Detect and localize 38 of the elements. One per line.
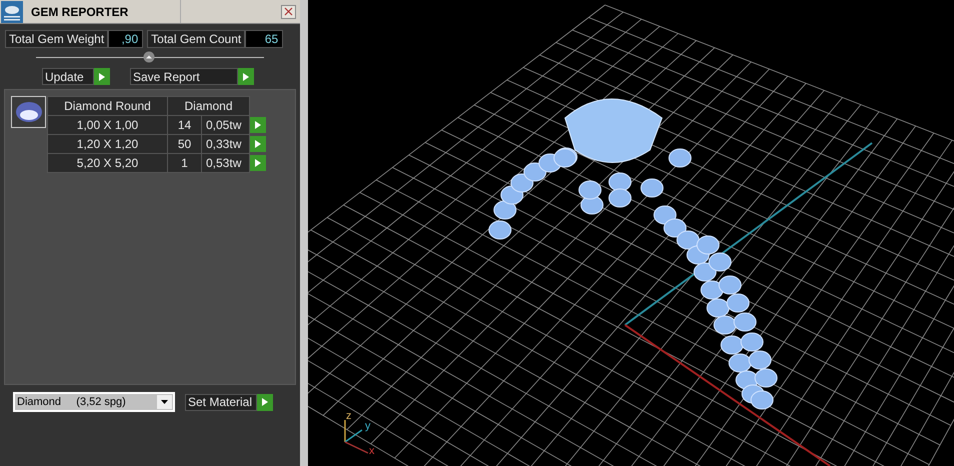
close-button[interactable] [281, 4, 296, 18]
app-icon [1, 0, 23, 22]
play-icon [262, 398, 268, 406]
material-dropdown[interactable]: Diamond (3,52 spg) [13, 392, 175, 412]
table-cell: 0,53tw [202, 154, 250, 172]
axis-label: x [369, 446, 374, 457]
table-cell: 0,05tw [202, 116, 250, 134]
table-cell: 1,00 X 1,00 [48, 116, 168, 134]
table-cell: 1,20 X 1,20 [48, 134, 168, 154]
axis-gizmo [344, 420, 368, 454]
column-header: Diamond [168, 96, 250, 116]
play-icon [255, 140, 261, 148]
play-icon [99, 72, 105, 80]
field-label: Total Gem Count [147, 30, 246, 48]
table-cell: 50 [168, 134, 202, 154]
gem-icon [14, 101, 42, 123]
table-cell: 0,33tw [202, 134, 250, 154]
axis-label: z [346, 411, 352, 422]
table-cell: 1 [168, 154, 202, 172]
play-icon [255, 121, 261, 129]
caret-icon [161, 400, 168, 404]
play-icon [243, 72, 249, 80]
set-material-button[interactable]: Set Material [185, 394, 258, 410]
table-cell: 14 [168, 116, 202, 134]
window-title: GEM REPORTER [31, 4, 128, 20]
field-label: Total Gem Weight [5, 30, 108, 48]
close-icon [284, 7, 293, 16]
play-button[interactable] [257, 394, 274, 410]
value-field[interactable]: ,90 [108, 30, 144, 48]
axis-label: y [365, 421, 370, 432]
dropdown-value: Diamond (3,52 spg) [17, 394, 126, 410]
value-field[interactable]: 65 [245, 30, 284, 48]
table-cell: 5,20 X 5,20 [48, 154, 168, 172]
update-button[interactable]: Update [42, 68, 94, 85]
save-report-button[interactable]: Save Report [130, 68, 238, 85]
column-header: Diamond Round [48, 96, 168, 116]
play-icon [255, 159, 261, 167]
splitter-handle[interactable] [143, 51, 155, 63]
